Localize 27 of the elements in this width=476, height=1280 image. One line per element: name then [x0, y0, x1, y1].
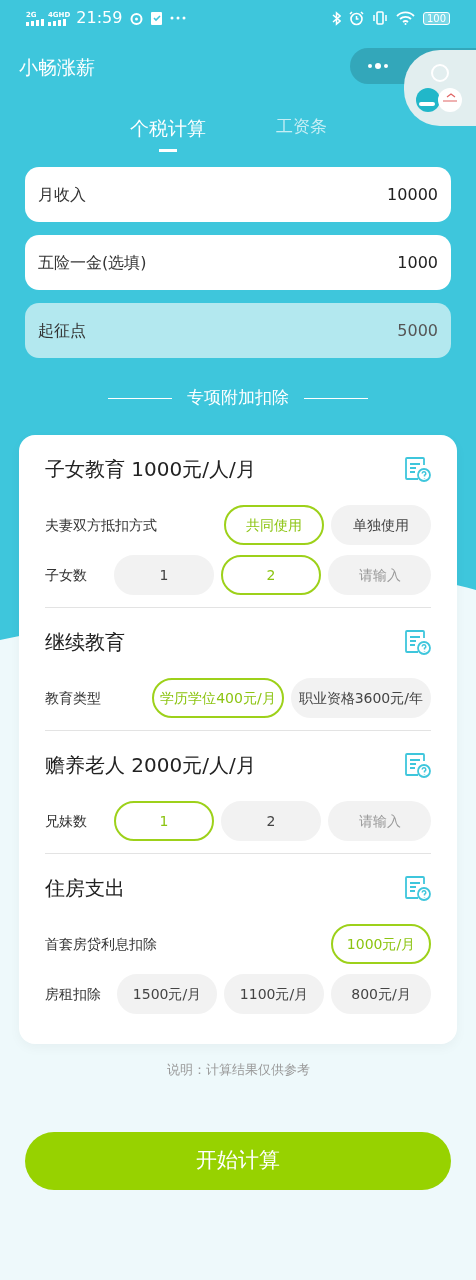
option-button[interactable]: 1: [114, 555, 214, 595]
input-field[interactable]: 五险一金(选填) 1000: [25, 235, 451, 290]
section-title: 赡养老人 2000元/人/月: [45, 752, 256, 779]
option-button[interactable]: 1100元/月: [224, 974, 324, 1014]
option-label: 夫妻双方抵扣方式: [45, 515, 157, 535]
section-heading: 专项附加扣除: [187, 386, 289, 410]
option-button[interactable]: 职业资格3600元/年: [290, 678, 431, 718]
section-title: 继续教育: [45, 629, 125, 656]
option-label: 兄妹数: [45, 811, 87, 831]
option-button[interactable]: 2: [221, 801, 321, 841]
readonly-field: 起征点 5000: [25, 303, 451, 358]
app-title: 小畅涨薪: [19, 54, 95, 80]
option-button[interactable]: 800元/月: [331, 974, 431, 1014]
clock-time: 21:59: [76, 7, 123, 29]
section-title: 住房支出: [45, 875, 125, 902]
option-label: 教育类型: [45, 688, 101, 708]
battery-level: 100: [422, 11, 450, 25]
count-input[interactable]: 请输入: [328, 801, 431, 841]
section-title: 子女教育 1000元/人/月: [45, 456, 256, 483]
input-field[interactable]: 月收入 10000: [25, 167, 451, 222]
count-input[interactable]: 请输入: [328, 555, 431, 595]
option-label: 子女数: [45, 565, 87, 585]
option-label: 房租扣除: [45, 984, 101, 1004]
option-button[interactable]: 单独使用: [331, 505, 431, 545]
option-button[interactable]: 1500元/月: [117, 974, 217, 1014]
option-label: 首套房贷利息扣除: [45, 934, 157, 954]
disclaimer-note: 说明：计算结果仅供参考: [165, 1061, 311, 1079]
